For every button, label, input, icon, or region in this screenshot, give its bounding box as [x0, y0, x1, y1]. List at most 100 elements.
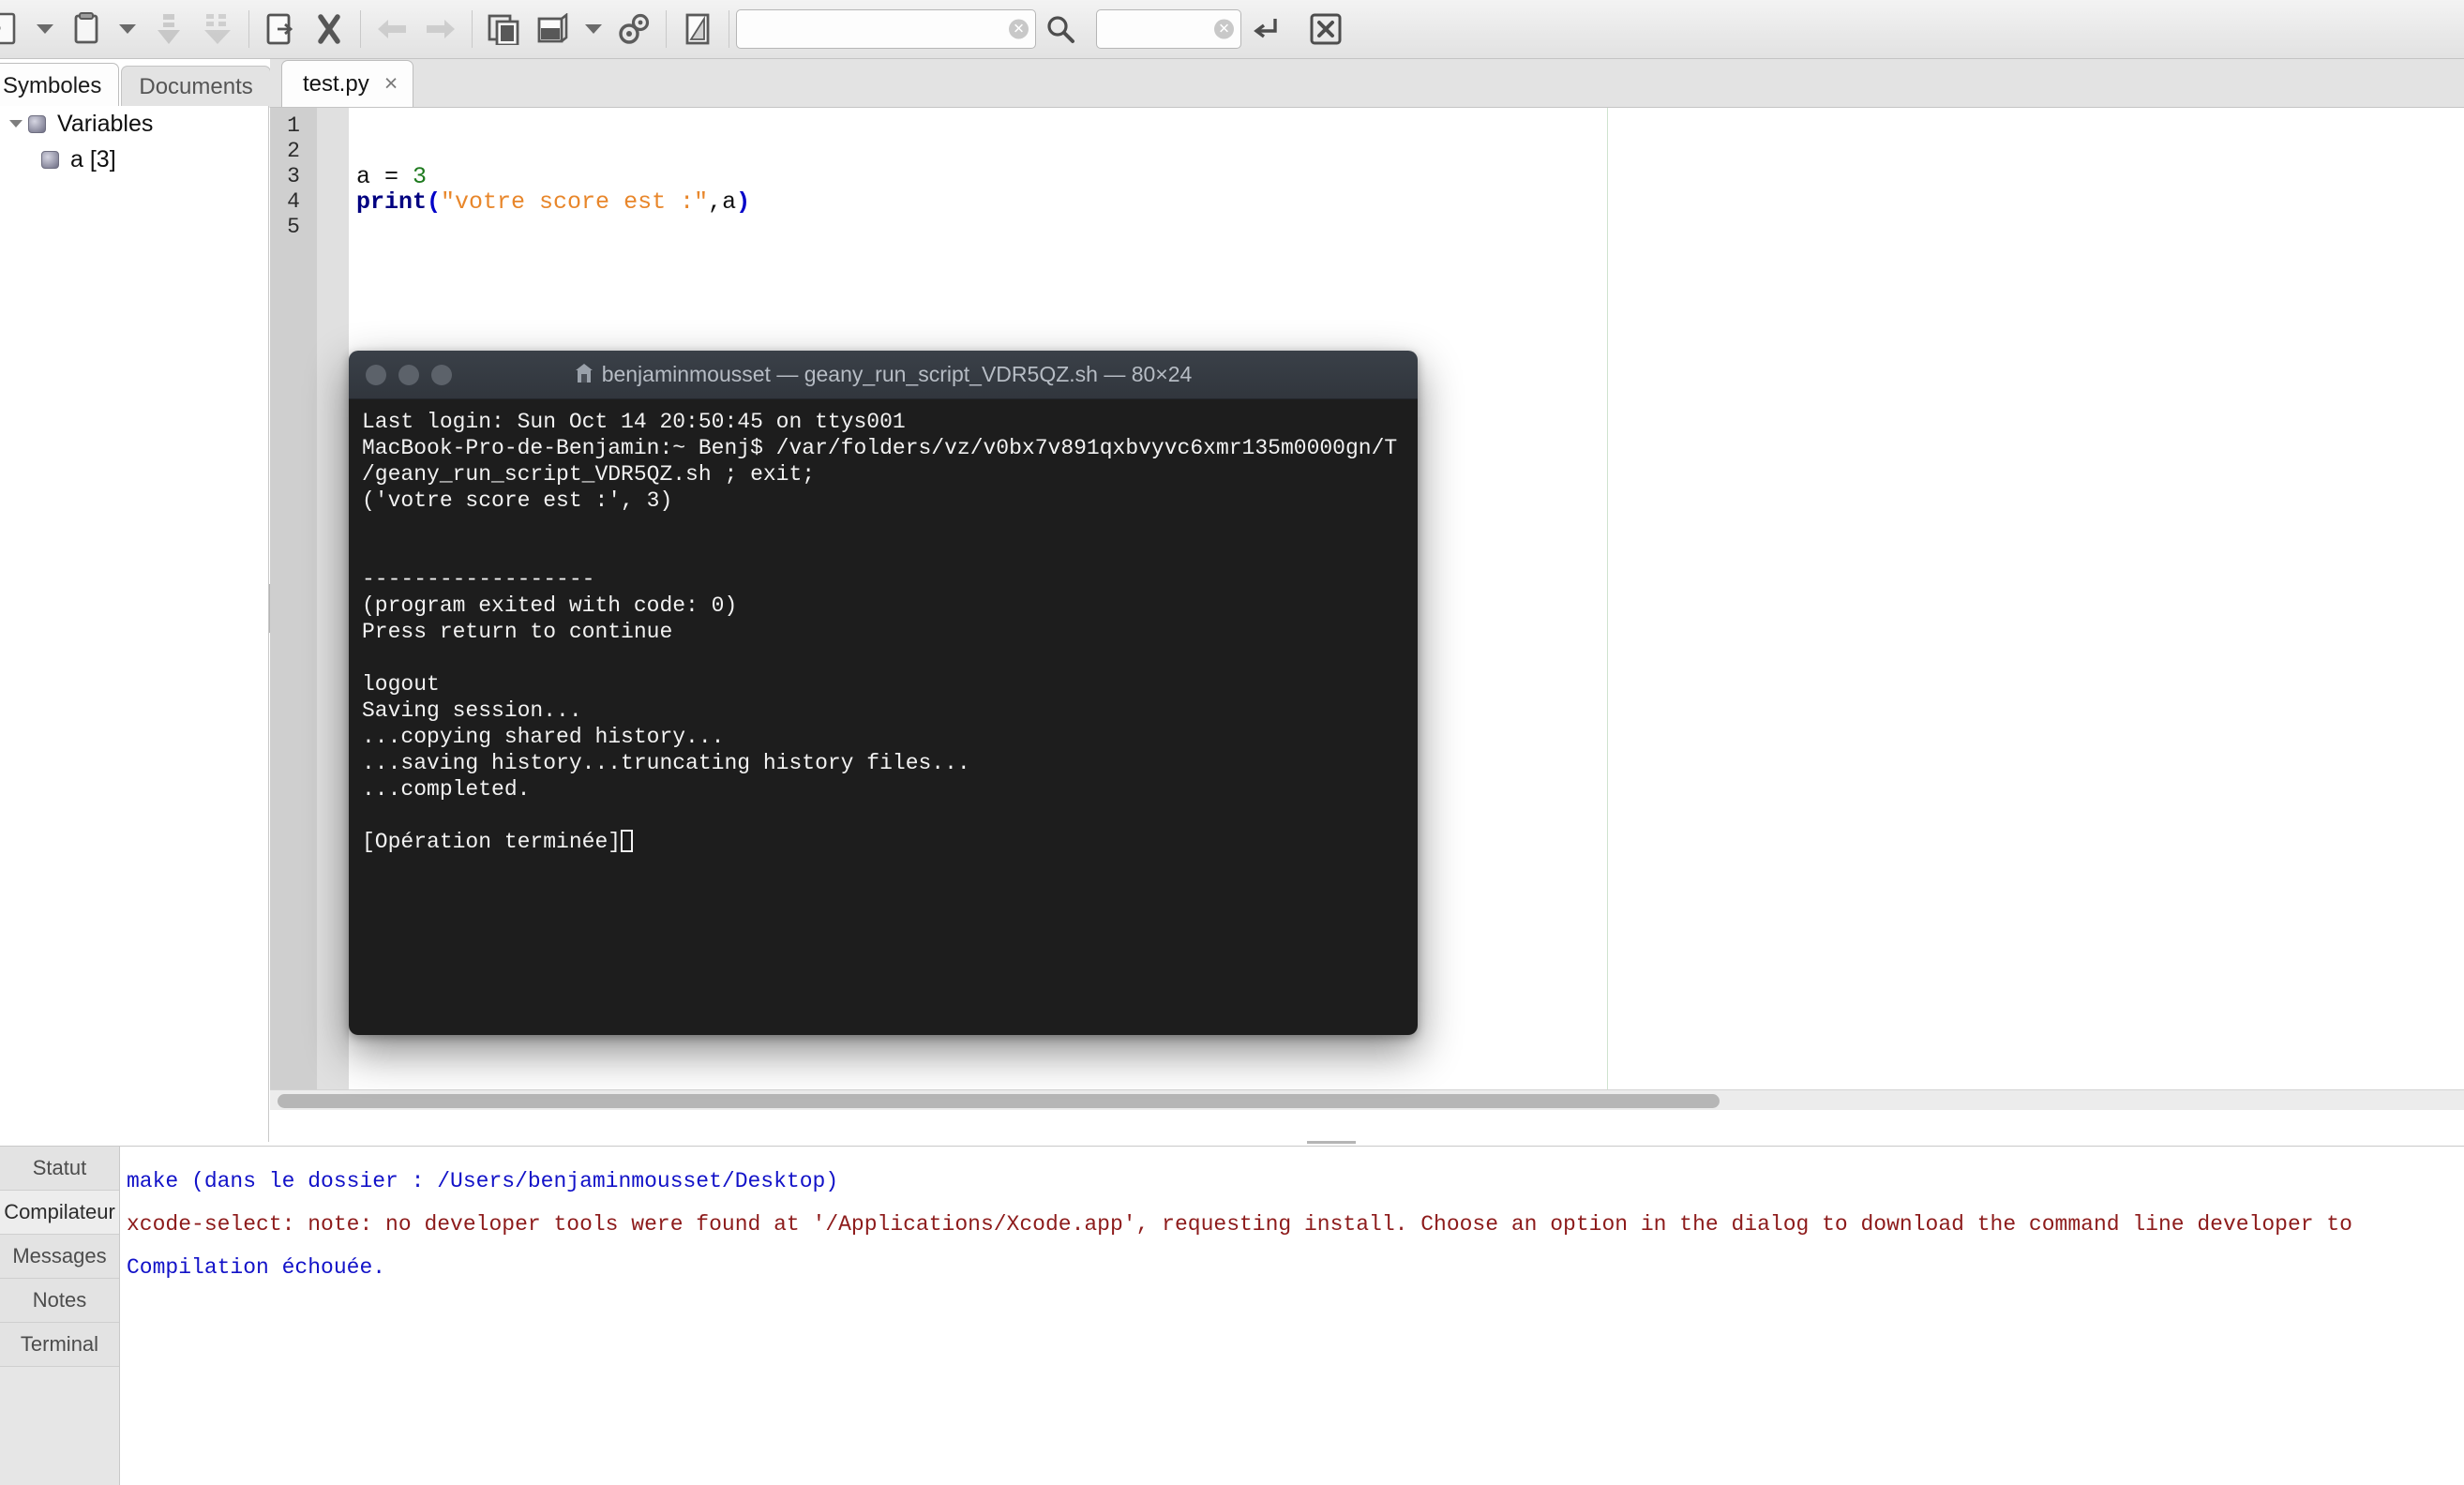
terminal-line: Press return to continue: [362, 620, 673, 644]
tree-item-a[interactable]: a [3]: [0, 142, 268, 177]
color-chooser-icon: [685, 13, 710, 45]
code-token: (: [427, 188, 442, 216]
search-entry[interactable]: ✕: [736, 9, 1036, 49]
open-file-button[interactable]: [62, 5, 111, 53]
main-toolbar: ✕ ✕: [0, 0, 2464, 59]
message-tab-label: Messages: [12, 1244, 107, 1268]
search-icon: [1047, 16, 1074, 43]
line-number: 1: [287, 113, 300, 138]
editor-scrollbar-thumb[interactable]: [278, 1094, 1720, 1108]
sidebar: Symboles Documents Variables a [3]: [0, 59, 272, 1142]
save-button[interactable]: [144, 5, 193, 53]
compile-button[interactable]: [479, 5, 528, 53]
navigate-back-button[interactable]: [368, 5, 416, 53]
fold-margin[interactable]: [317, 108, 349, 1089]
clear-search-icon[interactable]: ✕: [1009, 19, 1029, 39]
terminal-line: /geany_run_script_VDR5QZ.sh ; exit;: [362, 462, 816, 487]
terminal-line: MacBook-Pro-de-Benjamin:~ Benj$ /var/fol…: [362, 436, 1398, 460]
symbol-namespace-icon: [28, 114, 46, 133]
build-button[interactable]: [528, 5, 577, 53]
terminal-line: ...copying shared history...: [362, 725, 725, 749]
main-area: Symboles Documents Variables a [3] test.…: [0, 59, 2464, 1142]
arrow-left-icon: [378, 20, 406, 38]
code-token: ): [736, 188, 751, 216]
save-all-button[interactable]: [193, 5, 242, 53]
terminal-line: (program exited with code: 0): [362, 593, 738, 618]
line-number: 3: [287, 164, 300, 188]
log-line: make (dans le dossier : /Users/benjaminm…: [127, 1169, 839, 1193]
new-document-dropdown-button[interactable]: [28, 5, 62, 53]
toolbar-separator: [472, 10, 473, 48]
toolbar-separator: [248, 10, 249, 48]
new-document-button[interactable]: [0, 5, 28, 53]
build-icon: [537, 13, 568, 43]
sidebar-tab-symboles[interactable]: Symboles: [0, 63, 120, 108]
navigate-forward-button[interactable]: [416, 5, 465, 53]
message-tab-compilateur[interactable]: Compilateur: [0, 1191, 119, 1235]
expander-triangle-icon[interactable]: [6, 113, 26, 134]
code-token: ,a: [708, 188, 737, 216]
code-line: print("votre score est :",a): [356, 189, 750, 215]
toolbar-separator: [666, 10, 667, 48]
save-icon: [158, 14, 180, 44]
message-tab-statut[interactable]: Statut: [0, 1147, 119, 1191]
open-file-dropdown-button[interactable]: [111, 5, 144, 53]
sidebar-tab-strip: Symboles Documents: [0, 59, 273, 108]
color-chooser-button[interactable]: [673, 5, 722, 53]
message-panel-tabs: Statut Compilateur Messages Notes Terminal: [0, 1147, 120, 1485]
editor-tab-test-py[interactable]: test.py ×: [281, 60, 414, 107]
goto-line-entry[interactable]: ✕: [1096, 9, 1241, 49]
close-document-button[interactable]: [305, 5, 353, 53]
line-numbers: 12345: [270, 108, 317, 240]
toolbar-separator: [360, 10, 361, 48]
reload-button[interactable]: [256, 5, 305, 53]
terminal-title-label: benjaminmousset — geany_run_script_VDR5Q…: [601, 362, 1193, 386]
symbol-tree[interactable]: Variables a [3]: [0, 106, 269, 1142]
terminal-output[interactable]: Last login: Sun Oct 14 20:50:45 on ttys0…: [349, 399, 1418, 1035]
search-button[interactable]: [1036, 5, 1085, 53]
new-document-icon: [0, 12, 16, 45]
compiler-log[interactable]: make (dans le dossier : /Users/benjaminm…: [121, 1147, 2464, 1485]
tree-item-variables[interactable]: Variables: [0, 106, 268, 142]
message-tab-notes[interactable]: Notes: [0, 1279, 119, 1323]
terminal-title: benjaminmousset — geany_run_script_VDR5Q…: [349, 362, 1418, 387]
run-button[interactable]: [610, 5, 659, 53]
build-dropdown-button[interactable]: [577, 5, 610, 53]
terminal-line: ...completed.: [362, 777, 531, 802]
editor-tab-strip: test.py ×: [270, 59, 2464, 108]
right-margin-guide: [1607, 108, 1608, 1089]
goto-line-button[interactable]: [1241, 5, 1290, 53]
terminal-line: [Opération terminée]: [362, 829, 1405, 855]
message-tab-terminal[interactable]: Terminal: [0, 1323, 119, 1367]
clear-goto-icon[interactable]: ✕: [1214, 19, 1234, 39]
quit-icon: [1310, 13, 1342, 45]
terminal-line: logout: [362, 672, 440, 697]
save-all-icon: [204, 14, 231, 44]
code-content[interactable]: a = 3 print("votre score est :",a): [356, 108, 750, 240]
chevron-down-icon: [585, 24, 602, 34]
chevron-down-icon: [119, 24, 136, 34]
code-token: a =: [356, 163, 413, 190]
sidebar-tab-documents[interactable]: Documents: [121, 66, 271, 108]
sidebar-tab-symboles-label: Symboles: [3, 72, 102, 98]
search-input[interactable]: [737, 18, 1035, 40]
terminal-titlebar[interactable]: benjaminmousset — geany_run_script_VDR5Q…: [349, 351, 1418, 399]
line-number: 2: [287, 139, 300, 163]
line-number: 5: [287, 215, 300, 239]
terminal-window[interactable]: benjaminmousset — geany_run_script_VDR5Q…: [349, 351, 1418, 1035]
chevron-down-icon: [37, 24, 53, 34]
open-file-icon: [74, 12, 98, 44]
gears-run-icon: [619, 13, 650, 44]
close-tab-icon[interactable]: ×: [384, 70, 398, 98]
line-number-gutter: [270, 108, 317, 1089]
terminal-home-icon: [575, 364, 593, 382]
message-tab-messages[interactable]: Messages: [0, 1235, 119, 1279]
terminal-line: Saving session...: [362, 698, 582, 723]
editor-horizontal-scrollbar[interactable]: [270, 1089, 2464, 1110]
quit-button[interactable]: [1301, 5, 1350, 53]
symbol-variable-icon: [41, 150, 59, 169]
